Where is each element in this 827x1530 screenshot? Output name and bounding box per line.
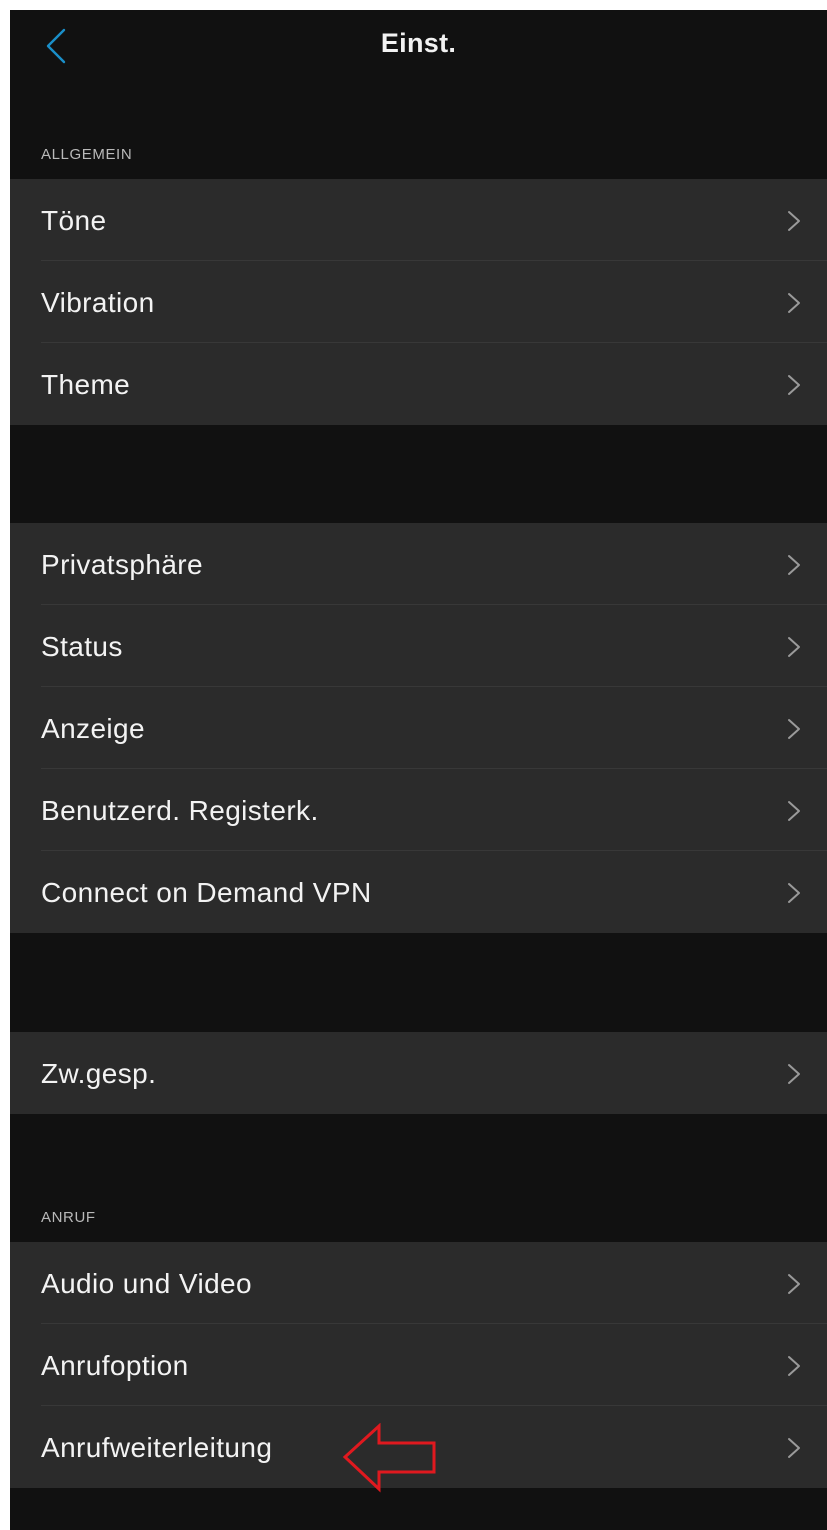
row-label: Audio und Video [41,1268,252,1299]
settings-row-vibration[interactable]: Vibration [10,261,827,343]
navigation-bar: Einst. [10,10,827,82]
row-label: Anzeige [41,713,145,744]
chevron-right-icon [787,292,801,314]
chevron-right-icon [787,882,801,904]
settings-group-privacy: Privatsphäre Status Anzeige Benutzerd. R… [10,523,827,933]
row-label: Vibration [41,287,155,318]
settings-screen: Einst. ALLGEMEIN Töne Vibration Theme Pr… [10,10,827,1530]
row-label: Zw.gesp. [41,1058,157,1089]
settings-row-audio-video[interactable]: Audio und Video [10,1242,827,1324]
chevron-right-icon [787,1063,801,1085]
chevron-right-icon [787,554,801,576]
chevron-right-icon [787,1437,801,1459]
row-label: Töne [41,205,107,236]
settings-row-theme[interactable]: Theme [10,343,827,425]
row-label: Connect on Demand VPN [41,877,372,908]
row-label: Benutzerd. Registerk. [41,795,319,826]
row-label: Theme [41,369,131,400]
row-label: Privatsphäre [41,549,203,580]
chevron-right-icon [787,1273,801,1295]
section-header-general: ALLGEMEIN [41,146,133,163]
row-label: Anrufoption [41,1350,189,1381]
chevron-right-icon [787,374,801,396]
settings-row-status[interactable]: Status [10,605,827,687]
settings-group-cache: Zw.gesp. [10,1032,827,1114]
settings-row-toene[interactable]: Töne [10,179,827,261]
chevron-right-icon [787,210,801,232]
chevron-right-icon [787,1355,801,1377]
settings-row-cache[interactable]: Zw.gesp. [10,1032,827,1114]
settings-row-custom-tabs[interactable]: Benutzerd. Registerk. [10,769,827,851]
row-label: Status [41,631,123,662]
settings-row-vpn[interactable]: Connect on Demand VPN [10,851,827,933]
chevron-right-icon [787,718,801,740]
red-left-arrow-icon [342,1423,440,1493]
settings-row-call-option[interactable]: Anrufoption [10,1324,827,1406]
settings-row-anzeige[interactable]: Anzeige [10,687,827,769]
page-title: Einst. [380,28,457,58]
row-label: Anrufweiterleitung [41,1432,273,1463]
settings-group-general: Töne Vibration Theme [10,179,827,425]
section-header-call: ANRUF [41,1209,96,1226]
settings-row-privatsphaere[interactable]: Privatsphäre [10,523,827,605]
chevron-right-icon [787,800,801,822]
chevron-right-icon [787,636,801,658]
